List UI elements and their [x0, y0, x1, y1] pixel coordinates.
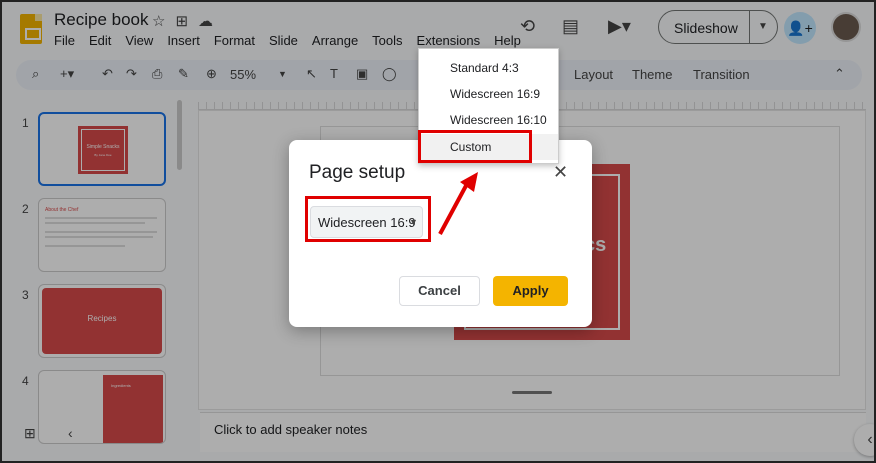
custom-highlight-box: [418, 130, 532, 163]
apply-button[interactable]: Apply: [493, 276, 568, 306]
select-highlight-box: [305, 196, 431, 242]
close-icon[interactable]: ✕: [553, 162, 568, 183]
option-standard-4-3[interactable]: Standard 4:3: [419, 55, 558, 81]
arrow-shaft: [438, 181, 470, 235]
option-widescreen-16-9[interactable]: Widescreen 16:9: [419, 81, 558, 107]
dialog-title: Page setup: [309, 162, 406, 183]
cancel-button[interactable]: Cancel: [399, 276, 480, 306]
annotation-arrow-icon: [438, 172, 478, 235]
app-window: Recipe book ☆ ⊞ ☁ File Edit View Insert …: [0, 0, 876, 463]
